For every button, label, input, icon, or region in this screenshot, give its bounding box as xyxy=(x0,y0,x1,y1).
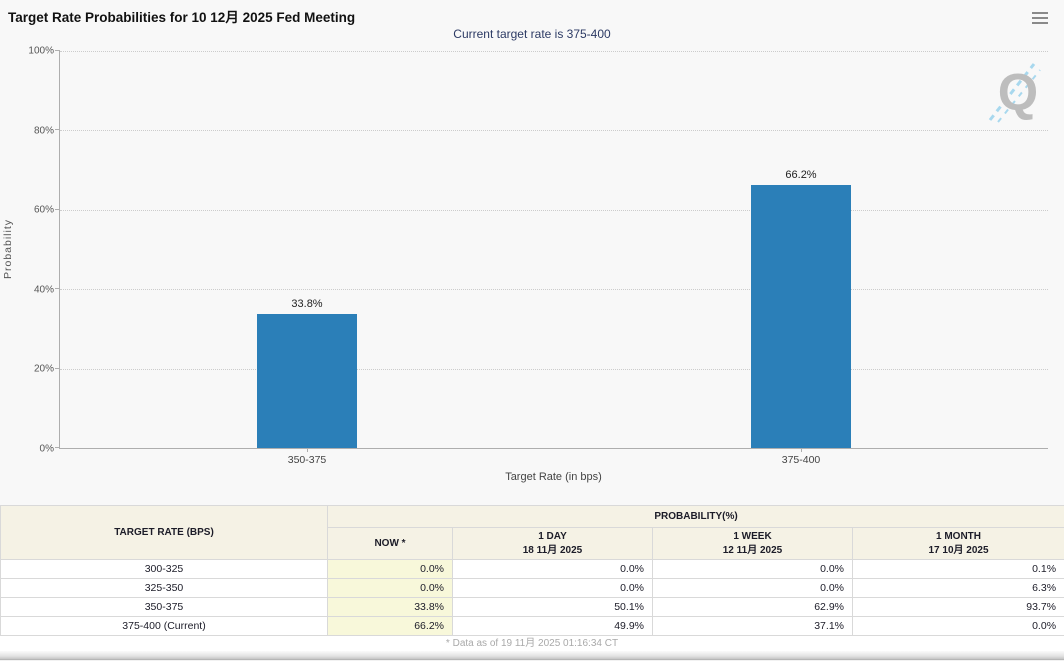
quikstrike-q-watermark-logo: Q xyxy=(988,58,1048,128)
plot-area: 33.8%350-37566.2%375-400 xyxy=(59,51,1048,449)
rate-cell: 300-325 xyxy=(1,560,328,579)
day-cell: 49.9% xyxy=(453,617,653,636)
gridline xyxy=(60,51,1048,52)
now-cell: 66.2% xyxy=(328,617,453,636)
hamburger-menu-icon[interactable] xyxy=(1030,9,1050,27)
now-cell: 33.8% xyxy=(328,598,453,617)
table-row: 300-3250.0%0.0%0.0%0.1% xyxy=(1,560,1064,579)
week-cell: 62.9% xyxy=(653,598,853,617)
y-tick-label: 100% xyxy=(28,46,54,57)
col-header-1-week: 1 WEEK 12 11月 2025 xyxy=(653,528,853,560)
rate-cell: 375-400 (Current) xyxy=(1,617,328,636)
month-cell: 0.1% xyxy=(853,560,1064,579)
x-tick-label: 375-400 xyxy=(782,454,821,466)
x-tick-label: 350-375 xyxy=(288,454,327,466)
col-group-header-probability: PROBABILITY(%) xyxy=(328,506,1064,528)
data-as-of-footnote: * Data as of 19 11月 2025 01:16:34 CT xyxy=(0,636,1064,651)
y-tick-mark xyxy=(55,129,60,130)
now-cell: 0.0% xyxy=(328,579,453,598)
month-cell: 0.0% xyxy=(853,617,1064,636)
y-tick-mark xyxy=(55,209,60,210)
day-cell: 0.0% xyxy=(453,560,653,579)
page-title: Target Rate Probabilities for 10 12月 202… xyxy=(8,6,355,26)
bar-value-label: 66.2% xyxy=(785,169,816,181)
gridline xyxy=(60,130,1048,131)
week-cell: 0.0% xyxy=(653,579,853,598)
col-header-1-month: 1 MONTH 17 10月 2025 xyxy=(853,528,1064,560)
col-header-now: NOW * xyxy=(328,528,453,560)
svg-text:Q: Q xyxy=(998,64,1038,122)
probability-bar[interactable]: 33.8% xyxy=(257,314,357,448)
y-tick-label: 20% xyxy=(34,364,54,375)
y-tick-mark xyxy=(55,288,60,289)
probability-table: TARGET RATE (BPS) PROBABILITY(%) NOW * 1… xyxy=(0,505,1064,636)
month-cell: 93.7% xyxy=(853,598,1064,617)
rate-cell: 325-350 xyxy=(1,579,328,598)
week-cell: 37.1% xyxy=(653,617,853,636)
now-cell: 0.0% xyxy=(328,560,453,579)
day-cell: 0.0% xyxy=(453,579,653,598)
y-tick-mark xyxy=(55,368,60,369)
y-tick-label: 40% xyxy=(34,284,54,295)
fedwatch-chart-panel: Target Rate Probabilities for 10 12月 202… xyxy=(0,0,1064,505)
y-tick-label: 60% xyxy=(34,205,54,216)
y-tick-label: 0% xyxy=(40,444,54,455)
bar-value-label: 33.8% xyxy=(291,298,322,310)
col-header-1-day: 1 DAY 18 11月 2025 xyxy=(453,528,653,560)
table-row: 375-400 (Current)66.2%49.9%37.1%0.0% xyxy=(1,617,1064,636)
current-target-rate-subtitle: Current target rate is 375-400 xyxy=(0,27,1064,41)
y-tick-mark xyxy=(55,50,60,51)
week-cell: 0.0% xyxy=(653,560,853,579)
x-tick-mark xyxy=(307,448,308,452)
y-tick-label: 80% xyxy=(34,125,54,136)
x-tick-mark xyxy=(801,448,802,452)
y-tick-mark xyxy=(55,447,60,448)
gridline xyxy=(60,369,1048,370)
table-row: 325-3500.0%0.0%0.0%6.3% xyxy=(1,579,1064,598)
day-cell: 50.1% xyxy=(453,598,653,617)
rate-cell: 350-375 xyxy=(1,598,328,617)
y-axis-tick-labels: 0%20%40%60%80%100% xyxy=(0,51,54,449)
x-axis-title: Target Rate (in bps) xyxy=(59,471,1048,483)
table-body: 300-3250.0%0.0%0.0%0.1%325-3500.0%0.0%0.… xyxy=(1,560,1064,636)
month-cell: 6.3% xyxy=(853,579,1064,598)
gridline xyxy=(60,210,1048,211)
col-header-target-rate: TARGET RATE (BPS) xyxy=(1,506,328,560)
probability-bar[interactable]: 66.2% xyxy=(751,185,851,448)
table-row: 350-37533.8%50.1%62.9%93.7% xyxy=(1,598,1064,617)
gridline xyxy=(60,289,1048,290)
